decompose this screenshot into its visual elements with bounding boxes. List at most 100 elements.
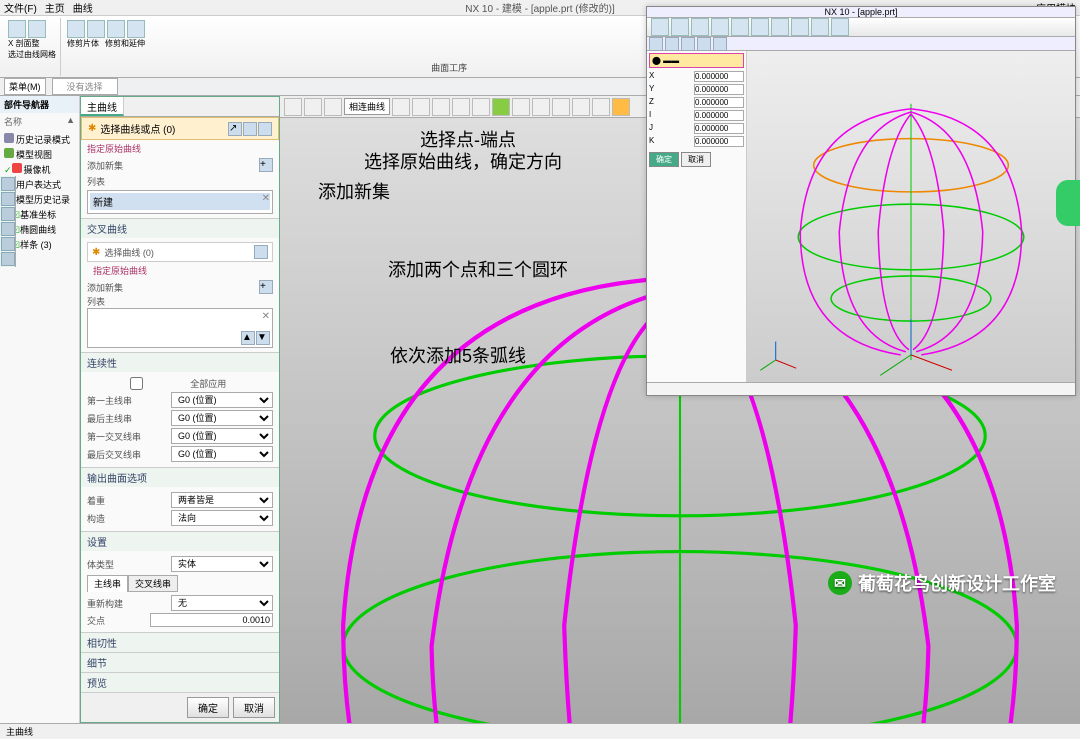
add-set[interactable]: 添加新集 [87,159,255,172]
ribbon-icon[interactable] [731,18,749,36]
ribbon-icon[interactable] [791,18,809,36]
ribbon-item[interactable]: 修剪片体 [67,38,99,49]
out-emphasis[interactable]: 两者皆是 [171,492,273,508]
tool-icon[interactable] [649,37,663,51]
side-tool-icon[interactable] [1,222,15,236]
ribbon-icon[interactable] [831,18,849,36]
cont-first-cross[interactable]: G0 (位置) [171,428,273,444]
side-handle[interactable] [1056,180,1080,226]
second-sel-indicator[interactable]: ⬤ ▬▬ [649,53,744,68]
up-icon[interactable]: ▲ [241,331,255,345]
second-ok[interactable]: 确定 [649,152,679,167]
sketch-icon[interactable] [258,122,272,136]
curve-icon[interactable] [254,245,268,259]
ribbon-icon[interactable] [107,20,125,38]
tool-icon[interactable] [512,98,530,116]
body-type[interactable]: 实体 [171,556,273,572]
ribbon-icon[interactable] [67,20,85,38]
cont-last-main[interactable]: G0 (位置) [171,410,273,426]
tool-icon[interactable] [552,98,570,116]
ribbon-icon[interactable] [711,18,729,36]
side-tool-icon[interactable] [1,252,15,266]
menu-home[interactable]: 主页 [45,0,65,15]
list-item[interactable]: 新建 [93,194,113,209]
cross-sel[interactable]: 选择曲线 (0) [104,246,250,259]
reverse-icon[interactable]: ↗ [228,122,242,136]
sub-tab-cross[interactable]: 交叉线串 [128,575,178,592]
settings-header[interactable]: 设置 [81,532,279,551]
tool-icon[interactable] [452,98,470,116]
continuity-header[interactable]: 连续性 [81,353,279,372]
tool-icon[interactable] [572,98,590,116]
tool-icon[interactable] [472,98,490,116]
ribbon-icon[interactable] [671,18,689,36]
ribbon-icon[interactable] [771,18,789,36]
tree-item-view[interactable]: 模型视图 [2,147,77,162]
main-curve-list[interactable]: 新建 ✕ [87,190,273,214]
remove-icon[interactable]: ✕ [262,193,270,204]
tool-icon[interactable] [324,98,342,116]
output-surface-header[interactable]: 输出曲面选项 [81,468,279,487]
second-nx-window[interactable]: NX 10 - [apple.prt] ⬤ ▬▬ X Y Z I J K 确定 … [646,6,1076,396]
tool-icon[interactable] [592,98,610,116]
ribbon-item[interactable]: X 剖面整 [8,38,56,49]
tree-item-history[interactable]: 历史记录模式 [2,132,77,147]
rebuild[interactable]: 无 [171,595,273,611]
ribbon-icon[interactable] [691,18,709,36]
ribbon-item[interactable]: 选过由线网格 [8,49,56,60]
apply-all-checkbox[interactable] [87,377,186,390]
side-tool-icon[interactable] [1,237,15,251]
tangency-section[interactable]: 相切性 [81,632,279,652]
tool-icon[interactable] [392,98,410,116]
second-canvas[interactable] [747,51,1075,382]
menu-file[interactable]: 文件(F) [4,0,37,15]
cross-curve-list[interactable]: ✕ ▲▼ [87,308,273,348]
ribbon-item[interactable]: 修剪和延伸 [105,38,145,49]
ribbon-icon[interactable] [8,20,26,38]
select-curve-or-point[interactable]: ✱ 选择曲线或点 (0) ↗ [81,117,279,140]
side-tool-icon[interactable] [1,207,15,221]
ribbon-icon[interactable] [651,18,669,36]
menu-curve[interactable]: 曲线 [73,0,93,15]
tool-icon[interactable] [284,98,302,116]
tool-icon[interactable] [665,37,679,51]
prop-y[interactable] [694,84,744,95]
side-tool-icon[interactable] [1,177,15,191]
ribbon-icon[interactable] [87,20,105,38]
tree-item-camera[interactable]: ✓摄像机 [2,162,77,177]
add-icon[interactable]: + [259,158,273,172]
tool-icon[interactable] [697,37,711,51]
ok-button[interactable]: 确定 [187,697,229,718]
curve-icon[interactable] [243,122,257,136]
intersect-input[interactable] [150,613,273,627]
cross-add-set[interactable]: 添加新集 [87,281,255,294]
prop-z[interactable] [694,97,744,108]
side-tool-icon[interactable] [1,192,15,206]
prop-j[interactable] [694,123,744,134]
out-construction[interactable]: 法向 [171,510,273,526]
tool-icon[interactable] [532,98,550,116]
ribbon-icon[interactable] [811,18,829,36]
down-icon[interactable]: ▼ [256,331,270,345]
sub-tab-main[interactable]: 主线串 [87,575,128,592]
detail-section[interactable]: 细节 [81,652,279,672]
menu-dropdown[interactable]: 菜单(M) [4,78,46,95]
cancel-button[interactable]: 取消 [233,697,275,718]
ribbon-icon[interactable] [28,20,46,38]
dialog-tab-main-curve[interactable]: 主曲线 [81,97,124,116]
second-cancel[interactable]: 取消 [681,152,711,167]
curve-filter-dropdown[interactable]: 相连曲线 [344,98,390,115]
prop-x[interactable] [694,71,744,82]
tool-icon[interactable] [304,98,322,116]
prop-i[interactable] [694,110,744,121]
cont-first-main[interactable]: G0 (位置) [171,392,273,408]
ribbon-icon[interactable] [127,20,145,38]
tool-icon[interactable] [681,37,695,51]
remove-icon[interactable]: ✕ [262,311,270,322]
preview-section[interactable]: 预览 [81,672,279,692]
cont-last-cross[interactable]: G0 (位置) [171,446,273,462]
cross-curve-header[interactable]: 交叉曲线 [81,219,279,238]
tool-icon[interactable] [412,98,430,116]
add-icon[interactable]: + [259,280,273,294]
tool-icon[interactable] [713,37,727,51]
